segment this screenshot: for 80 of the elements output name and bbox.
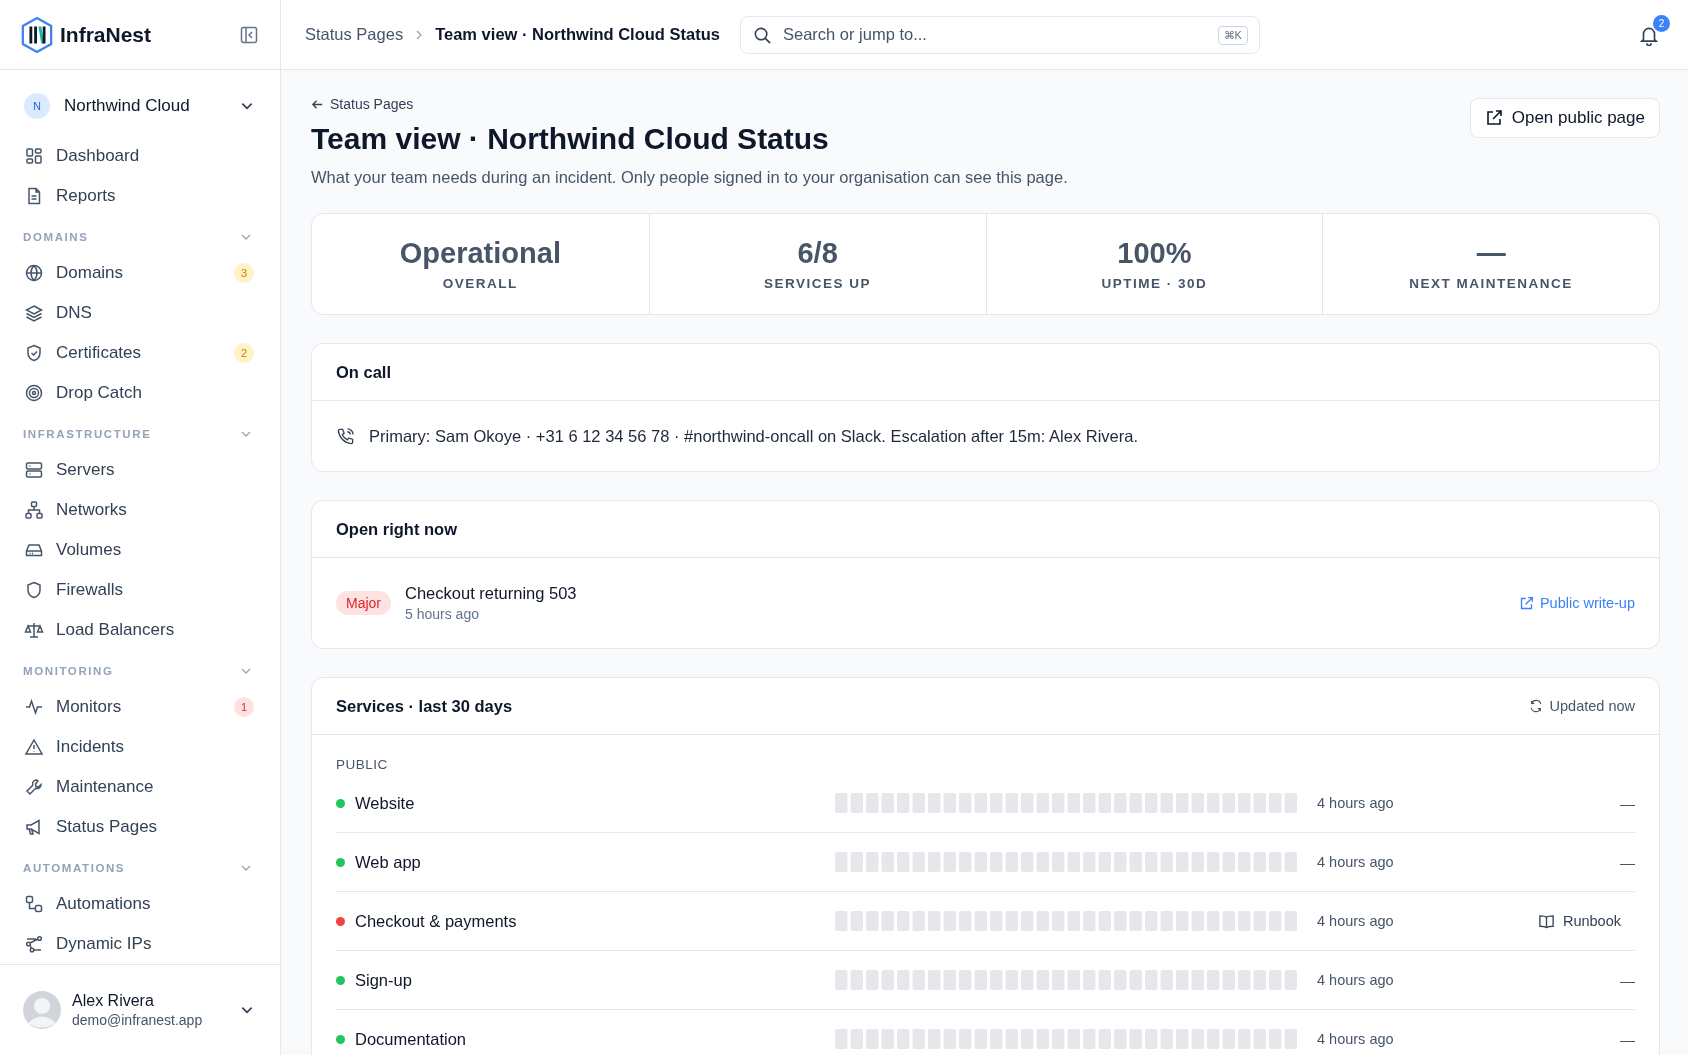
sidebar-item[interactable]: Networks — [24, 490, 256, 530]
last-checked-time: 4 hours ago — [1317, 972, 1395, 988]
on-call-text: Primary: Sam Okoye · +31 6 12 34 56 78 · #northwind-oncall on Slack. Escalation after 15m: Alex Rivera. — [369, 426, 1138, 446]
empty-action: — — [1620, 1030, 1635, 1048]
user-menu[interactable]: Alex Rivera demo@infranest.app — [0, 964, 280, 1055]
count-badge: 3 — [234, 263, 254, 283]
count-badge: 2 — [234, 343, 254, 363]
notification-count: 2 — [1653, 14, 1670, 32]
sidebar-item[interactable]: Domains 3 — [24, 253, 256, 293]
refresh-icon — [1528, 699, 1543, 713]
section-heading: MONITORING — [23, 664, 114, 677]
service-name: Documentation — [355, 1029, 467, 1049]
external-link-icon — [1518, 595, 1534, 611]
sidebar-collapse-icon[interactable] — [240, 25, 258, 44]
sidebar-item[interactable]: Dashboard — [24, 136, 256, 176]
empty-action: — — [1620, 971, 1635, 989]
phone-icon — [336, 426, 355, 446]
sidebar-item[interactable]: Maintenance — [24, 767, 256, 807]
last-checked-time: 4 hours ago — [1317, 913, 1395, 929]
severity-tag: Major — [336, 591, 391, 615]
sidebar-item[interactable]: DNS — [24, 293, 256, 333]
user-name: Alex Rivera — [72, 992, 155, 1010]
card-title: Services · last 30 days — [336, 696, 513, 716]
updated-status: Updated now — [1528, 698, 1635, 714]
sidebar-item[interactable]: Dynamic IPs — [24, 924, 256, 964]
stat-value: 6/8 — [797, 237, 838, 270]
sidebar-item[interactable]: Load Balancers — [24, 610, 256, 650]
shortcut-hint: ⌘K — [1217, 25, 1248, 45]
back-link[interactable]: Status Pages — [311, 96, 414, 112]
incident-time: 5 hours ago — [405, 606, 480, 622]
last-checked-time: 4 hours ago — [1317, 795, 1395, 811]
page-title: Team view · Northwind Cloud Status — [311, 122, 830, 156]
public-write-up-link[interactable]: Public write-up — [1518, 595, 1635, 611]
last-checked-time: 4 hours ago — [1317, 1031, 1395, 1047]
sidebar-item[interactable]: Reports — [24, 176, 256, 216]
search-icon — [752, 25, 772, 45]
book-icon — [1537, 912, 1555, 930]
section-heading: INFRASTRUCTURE — [23, 427, 152, 440]
sidebar-item[interactable]: Certificates 2 — [24, 333, 256, 373]
organization-avatar: N — [24, 93, 50, 119]
organization-switcher[interactable]: N Northwind Cloud — [24, 88, 256, 124]
service-name: Checkout & payments — [355, 911, 518, 931]
sidebar-item[interactable]: Incidents — [24, 727, 256, 767]
sidebar-item[interactable]: Automations — [24, 884, 256, 924]
count-badge: 1 — [234, 697, 254, 717]
page-description: What your team needs during an incident. Only people signed in to your organisation can see this page. — [311, 168, 1068, 187]
logo-icon — [20, 15, 54, 54]
stat-value: Operational — [399, 237, 561, 270]
brand-name: InfraNest — [60, 22, 153, 47]
breadcrumb-item[interactable]: Status Pages — [305, 25, 404, 44]
stat-label: NEXT MAINTENANCE — [1409, 276, 1573, 291]
breadcrumb-item: Team view · Northwind Cloud Status — [435, 25, 720, 44]
open-public-page-button[interactable]: Open public page — [1469, 98, 1660, 138]
incident-title: Checkout returning 503 — [405, 584, 578, 603]
empty-action: — — [1620, 794, 1635, 812]
external-link-icon — [1484, 109, 1503, 127]
service-name: Website — [355, 793, 416, 813]
section-heading: AUTOMATIONS — [23, 861, 126, 874]
runbook-link[interactable]: Runbook — [1537, 912, 1621, 930]
stat-label: OVERALL — [442, 276, 518, 291]
service-name: Web app — [355, 852, 422, 872]
sidebar-item[interactable]: Monitors 1 — [24, 687, 256, 727]
sidebar-item[interactable]: Volumes — [24, 530, 256, 570]
card-title: Open right now — [336, 519, 457, 539]
stat-label: SERVICES UP — [764, 276, 872, 291]
stat-value: 100% — [1117, 237, 1192, 270]
last-checked-time: 4 hours ago — [1317, 854, 1395, 870]
sidebar-item[interactable]: Servers — [24, 450, 256, 490]
sidebar-item[interactable]: Firewalls — [24, 570, 256, 610]
section-heading: DOMAINS — [23, 230, 89, 243]
sidebar-item[interactable]: Drop Catch — [24, 373, 256, 413]
group-heading: PUBLIC — [336, 757, 389, 772]
sidebar-item[interactable]: Status Pages — [24, 807, 256, 847]
stat-value: — — [1476, 237, 1506, 270]
stat-label: UPTIME · 30D — [1101, 276, 1208, 291]
service-name: Sign-up — [355, 970, 413, 990]
user-email: demo@infranest.app — [72, 1012, 204, 1028]
empty-action: — — [1620, 853, 1635, 871]
avatar-icon — [22, 990, 62, 1030]
card-title: On call — [336, 362, 392, 382]
